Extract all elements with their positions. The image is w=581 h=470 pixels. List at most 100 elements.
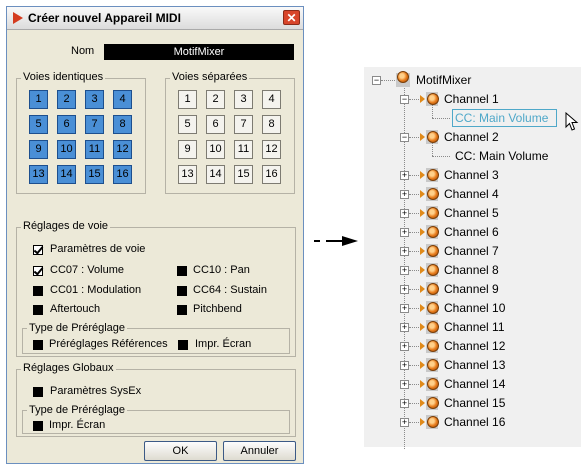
channel-13-label[interactable]: Channel 13 [444,356,505,374]
channel-15-arrow-icon [420,399,425,407]
create-midi-device-dialog: Créer nouvel Appareil MIDI ✕ Nom MotifMi… [6,6,304,464]
separate-channel-8-button[interactable]: 8 [262,115,281,134]
channel-4-expand-icon[interactable]: + [400,190,409,199]
channel-3-label[interactable]: Channel 3 [444,166,499,184]
identical-channel-5-button[interactable]: 5 [29,115,48,134]
channel-5-label[interactable]: Channel 5 [444,204,499,222]
title-bar[interactable]: Créer nouvel Appareil MIDI ✕ [7,7,303,30]
identical-channel-2-button[interactable]: 2 [57,90,76,109]
separate-channel-12-button[interactable]: 12 [262,140,281,159]
separate-channel-9-button[interactable]: 9 [178,140,197,159]
channel-12-node-icon [427,340,439,352]
channel-settings-title: Réglages de voie [21,220,111,232]
global-print-screen-checkbox[interactable] [33,421,43,431]
channel-4-label[interactable]: Channel 4 [444,185,499,203]
separate-channel-16-button[interactable]: 16 [262,165,281,184]
root-collapse-icon[interactable]: − [372,76,381,85]
channel-3-expand-icon[interactable]: + [400,171,409,180]
channel-14-label[interactable]: Channel 14 [444,375,505,393]
channel-3-connector [409,175,419,176]
separate-channel-6-button[interactable]: 6 [206,115,225,134]
channel-15-expand-icon[interactable]: + [400,399,409,408]
separate-channels-group: Voies séparées 1 2 3 4 5 6 7 8 9 10 11 12 13 14 15 16 [165,71,295,194]
identical-channel-7-button[interactable]: 7 [85,115,104,134]
channel-16-label[interactable]: Channel 16 [444,413,505,431]
channel-10-label[interactable]: Channel 10 [444,299,505,317]
pitchbend-checkbox[interactable] [177,305,187,315]
name-field[interactable]: MotifMixer [104,44,294,60]
aftertouch-checkbox[interactable] [33,305,43,315]
channel-11-label[interactable]: Channel 11 [444,318,505,336]
cc01-checkbox[interactable] [33,286,43,296]
channel-6-label[interactable]: Channel 6 [444,223,499,241]
dialog-title: Créer nouvel Appareil MIDI [28,11,181,25]
channel-2-cc-main-volume[interactable]: CC: Main Volume [455,147,548,165]
close-button[interactable]: ✕ [283,10,300,25]
channel-4-connector [409,194,419,195]
channel-1-expand-icon[interactable]: − [400,95,409,104]
separate-channel-4-button[interactable]: 4 [262,90,281,109]
identical-channel-12-button[interactable]: 12 [113,140,132,159]
identical-channel-14-button[interactable]: 14 [57,165,76,184]
channel-12-label[interactable]: Channel 12 [444,337,505,355]
preset-refs-label: Préréglages Références [49,338,168,350]
separate-channel-10-button[interactable]: 10 [206,140,225,159]
separate-channel-5-button[interactable]: 5 [178,115,197,134]
channel-11-expand-icon[interactable]: + [400,323,409,332]
identical-channel-8-button[interactable]: 8 [113,115,132,134]
identical-channel-6-button[interactable]: 6 [57,115,76,134]
separate-channel-15-button[interactable]: 15 [234,165,253,184]
cc64-checkbox[interactable] [177,286,187,296]
channel-16-expand-icon[interactable]: + [400,418,409,427]
channel-14-connector [409,384,419,385]
channel-1-cc-main-volume[interactable]: CC: Main Volume [455,109,548,127]
channel-2-expand-icon[interactable]: − [400,133,409,142]
midi-device-icon [13,12,23,24]
cc07-checkbox[interactable] [33,266,43,276]
separate-channel-13-button[interactable]: 13 [178,165,197,184]
preset-refs-checkbox[interactable] [33,340,43,350]
identical-channel-9-button[interactable]: 9 [29,140,48,159]
separate-channel-7-button[interactable]: 7 [234,115,253,134]
identical-channel-11-button[interactable]: 11 [85,140,104,159]
identical-channel-15-button[interactable]: 15 [85,165,104,184]
channel-2-connector [409,137,419,138]
cc01-label: CC01 : Modulation [50,284,142,296]
channel-15-label[interactable]: Channel 15 [444,394,505,412]
channel-10-expand-icon[interactable]: + [400,304,409,313]
channel-7-label[interactable]: Channel 7 [444,242,499,260]
channel-13-expand-icon[interactable]: + [400,361,409,370]
identical-channel-4-button[interactable]: 4 [113,90,132,109]
channel-9-label[interactable]: Channel 9 [444,280,499,298]
channel-1-label[interactable]: Channel 1 [444,90,499,108]
channel-5-expand-icon[interactable]: + [400,209,409,218]
channel-2-label[interactable]: Channel 2 [444,128,499,146]
tree-root-label[interactable]: MotifMixer [416,71,471,89]
separate-channel-1-button[interactable]: 1 [178,90,197,109]
identical-channel-16-button[interactable]: 16 [113,165,132,184]
channel-2-node-icon [427,131,439,143]
cc10-checkbox[interactable] [177,266,187,276]
ok-button[interactable]: OK [144,441,217,461]
channel-print-screen-checkbox[interactable] [178,340,188,350]
channel-8-arrow-icon [420,266,425,274]
channel-preset-type-title: Type de Préréglage [27,322,128,334]
identical-channel-1-button[interactable]: 1 [29,90,48,109]
separate-channel-11-button[interactable]: 11 [234,140,253,159]
separate-channel-2-button[interactable]: 2 [206,90,225,109]
separate-channel-14-button[interactable]: 14 [206,165,225,184]
separate-channel-3-button[interactable]: 3 [234,90,253,109]
channel-6-expand-icon[interactable]: + [400,228,409,237]
identical-channel-10-button[interactable]: 10 [57,140,76,159]
channel-14-expand-icon[interactable]: + [400,380,409,389]
channel-9-expand-icon[interactable]: + [400,285,409,294]
channel-params-checkbox[interactable] [33,245,43,255]
channel-12-expand-icon[interactable]: + [400,342,409,351]
identical-channel-13-button[interactable]: 13 [29,165,48,184]
channel-8-expand-icon[interactable]: + [400,266,409,275]
channel-8-label[interactable]: Channel 8 [444,261,499,279]
sysex-checkbox[interactable] [33,387,43,397]
identical-channel-3-button[interactable]: 3 [85,90,104,109]
cancel-button[interactable]: Annuler [223,441,296,461]
channel-7-expand-icon[interactable]: + [400,247,409,256]
